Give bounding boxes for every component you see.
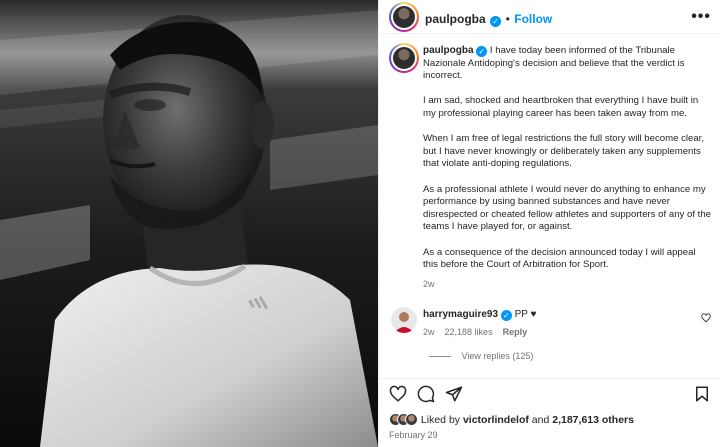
post-date[interactable]: February 29 [389, 430, 438, 440]
comment-likes[interactable]: 22,188 likes [445, 327, 493, 337]
liked-by-and: and [528, 414, 553, 426]
comment-text: PP ♥ [514, 309, 537, 320]
liker-avatar [405, 413, 418, 426]
view-replies-label[interactable]: View replies (125) [462, 351, 534, 361]
caption-paragraph: As a consequence of the decision announc… [423, 246, 696, 271]
post-side-panel: paulpogba ✓ • Follow ••• paulpogba ✓ I h… [378, 0, 720, 447]
liked-by-count[interactable]: 2,187,613 others [552, 414, 634, 426]
post-actions: Liked by victorlindelof and 2,187,613 ot… [379, 378, 720, 447]
photo-artwork [0, 0, 378, 447]
caption-age: 2w [423, 278, 435, 289]
caption-paragraph: paulpogba ✓ I have today been informed o… [423, 45, 713, 83]
comments-section[interactable]: paulpogba ✓ I have today been informed o… [379, 35, 720, 375]
liked-by-user[interactable]: victorlindelof [463, 414, 529, 426]
comment-age: 2w [423, 327, 435, 337]
likes-summary: Liked by victorlindelof and 2,187,613 ot… [389, 413, 634, 426]
view-replies[interactable]: View replies (125) [429, 351, 533, 361]
caption-paragraph: When I am free of legal restrictions the… [423, 133, 704, 170]
author-username[interactable]: paulpogba [425, 12, 486, 26]
verified-icon: ✓ [490, 16, 502, 27]
share-icon[interactable] [445, 385, 463, 403]
caption: paulpogba ✓ I have today been informed o… [423, 45, 713, 290]
commenter-avatar[interactable] [391, 307, 417, 333]
post-photo[interactable] [0, 0, 378, 447]
separator-dot: • [505, 12, 510, 26]
reply-divider [429, 356, 451, 358]
commenter-username[interactable]: harrymaguire93 [423, 309, 498, 320]
comment-icon[interactable] [417, 385, 435, 403]
author-avatar[interactable] [389, 2, 419, 32]
caption-username[interactable]: paulpogba [423, 45, 474, 56]
reply-button[interactable]: Reply [503, 327, 528, 337]
heart-icon[interactable] [389, 385, 407, 403]
follow-button[interactable]: Follow [514, 12, 552, 26]
caption-paragraph: As a professional athlete I would never … [423, 183, 711, 233]
bookmark-icon[interactable] [693, 385, 711, 403]
post-header: paulpogba ✓ • Follow ••• [379, 0, 720, 34]
liked-by-prefix: Liked by [420, 414, 463, 426]
caption-paragraph: I am sad, shocked and heartbroken that e… [423, 95, 699, 119]
more-icon[interactable]: ••• [691, 8, 711, 26]
comment: harrymaguire93 ✓ PP ♥ [423, 309, 536, 321]
caption-avatar[interactable] [389, 43, 419, 73]
comment-meta: 2w 22,188 likes Reply [423, 327, 527, 337]
verified-icon: ✓ [500, 310, 512, 321]
verified-icon: ✓ [476, 46, 488, 57]
comment-heart-icon[interactable] [701, 313, 711, 323]
